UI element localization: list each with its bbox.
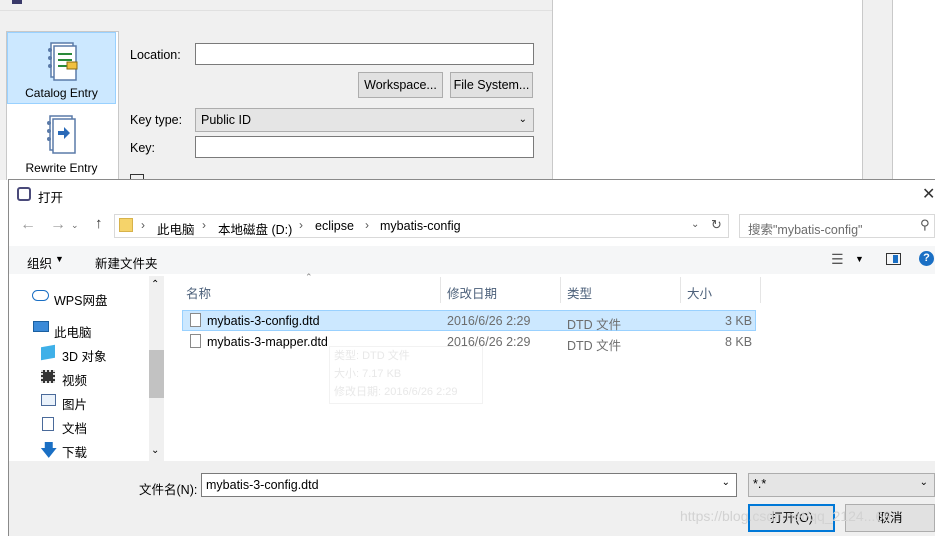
chevron-down-icon[interactable]: ⌄ xyxy=(722,477,730,488)
rewrite-entry-label: Rewrite Entry xyxy=(25,161,98,175)
column-size[interactable]: 大小 xyxy=(687,283,712,302)
tooltip-size: 大小: 7.17 KB xyxy=(334,368,402,380)
cube-icon xyxy=(41,344,55,361)
nav-item-pictures[interactable]: 图片 xyxy=(62,394,87,413)
file-date: 2016/6/26 2:29 xyxy=(447,314,531,328)
catalog-entry-icon xyxy=(48,42,78,81)
chevron-down-icon: ⌄ xyxy=(919,477,928,488)
computer-icon xyxy=(33,321,49,332)
folder-icon xyxy=(119,218,133,232)
refresh-icon[interactable]: ↻ xyxy=(711,217,722,233)
search-placeholder: 搜索"mybatis-config" xyxy=(748,223,863,237)
tooltip-type: 类型: DTD 文件 xyxy=(334,350,410,362)
column-divider[interactable] xyxy=(680,277,681,303)
file-name[interactable]: mybatis-3-mapper.dtd xyxy=(207,335,328,349)
key-type-label: Key type: xyxy=(130,113,183,127)
cloud-icon xyxy=(32,290,49,301)
column-name[interactable]: 名称 xyxy=(186,283,211,302)
chevron-right-icon[interactable]: › xyxy=(299,218,303,232)
back-arrow-icon[interactable]: ← xyxy=(20,216,36,234)
catalog-entry-item[interactable]: Catalog Entry xyxy=(7,32,116,104)
search-icon[interactable]: ⚲ xyxy=(920,217,930,233)
document-icon xyxy=(42,417,54,431)
column-divider[interactable] xyxy=(440,277,441,303)
column-date[interactable]: 修改日期 xyxy=(447,283,497,302)
file-system-button[interactable]: File System... xyxy=(450,72,533,98)
catalog-entry-label: Catalog Entry xyxy=(25,86,98,100)
key-label: Key: xyxy=(130,141,156,155)
filetype-value: *.* xyxy=(753,477,767,491)
nav-item-videos[interactable]: 视频 xyxy=(62,370,87,389)
nav-item-this-pc[interactable]: 此电脑 xyxy=(54,322,92,341)
close-icon[interactable]: ✕ xyxy=(922,184,935,204)
video-icon xyxy=(41,370,55,383)
key-type-value: Public ID xyxy=(201,113,252,127)
rewrite-entry-icon xyxy=(47,115,76,154)
breadcrumb-drive[interactable]: 本地磁盘 (D:) xyxy=(218,219,292,238)
file-icon xyxy=(190,313,201,327)
file-tooltip: 类型: DTD 文件 大小: 7.17 KB 修改日期: 2016/6/26 2… xyxy=(329,346,483,404)
view-options-icon[interactable]: ☰ xyxy=(831,251,844,268)
column-type[interactable]: 类型 xyxy=(567,283,592,302)
location-input[interactable] xyxy=(195,43,534,65)
filetype-select[interactable]: *.* ⌄ xyxy=(748,473,935,497)
address-dropdown-icon[interactable]: ⌄ xyxy=(691,219,699,230)
side-pane xyxy=(892,0,935,180)
nav-item-documents[interactable]: 文档 xyxy=(62,418,87,437)
filename-label: 文件名(N): xyxy=(139,483,198,497)
chevron-down-icon: ⌄ xyxy=(518,114,527,125)
breadcrumb-mybatis-config[interactable]: mybatis-config xyxy=(380,219,461,233)
dialog-title-bar xyxy=(0,0,552,11)
filename-input[interactable]: mybatis-3-config.dtd ⌄ xyxy=(201,473,737,497)
nav-scroll-thumb[interactable] xyxy=(149,350,164,398)
tooltip-modified: 修改日期: 2016/6/26 2:29 xyxy=(334,386,458,398)
recent-locations-icon[interactable]: ⌄ xyxy=(71,220,79,231)
column-divider[interactable] xyxy=(560,277,561,303)
breadcrumb-eclipse[interactable]: eclipse xyxy=(315,219,354,233)
breadcrumb-this-pc[interactable]: 此电脑 xyxy=(157,219,195,238)
preview-pane-icon[interactable] xyxy=(886,253,901,265)
file-size: 8 KB xyxy=(725,335,753,349)
sort-indicator-icon: ⌃ xyxy=(305,272,313,282)
scroll-down-icon[interactable]: ⌄ xyxy=(151,445,159,456)
app-icon xyxy=(17,187,31,201)
key-input[interactable] xyxy=(195,136,534,158)
caret-down-icon[interactable]: ▼ xyxy=(855,254,864,264)
help-icon[interactable]: ? xyxy=(919,251,934,266)
picture-icon xyxy=(41,394,56,406)
nav-item-wps[interactable]: WPS网盘 xyxy=(54,290,107,309)
dialog-title: 打开 xyxy=(38,191,64,205)
up-arrow-icon[interactable]: ↑ xyxy=(95,215,103,232)
window-edge xyxy=(0,180,8,536)
editor-pane xyxy=(552,0,865,180)
key-type-select[interactable]: Public ID ⌄ xyxy=(195,108,534,132)
location-label: Location: xyxy=(130,48,181,62)
side-strip xyxy=(862,0,893,180)
file-size: 3 KB xyxy=(725,314,753,328)
forward-arrow-icon[interactable]: → xyxy=(50,216,66,234)
workspace-button[interactable]: Workspace... xyxy=(358,72,443,98)
nav-item-downloads[interactable]: 下载 xyxy=(62,442,87,461)
new-folder-button[interactable]: 新建文件夹 xyxy=(95,253,158,272)
scroll-up-icon[interactable]: ⌃ xyxy=(151,279,159,290)
chevron-right-icon[interactable]: › xyxy=(141,218,145,232)
chevron-right-icon[interactable]: › xyxy=(202,218,206,232)
file-type: DTD 文件 xyxy=(567,339,622,353)
rewrite-entry-item[interactable]: Rewrite Entry xyxy=(7,106,116,178)
nav-item-3d-objects[interactable]: 3D 对象 xyxy=(62,346,106,365)
file-icon xyxy=(190,334,201,348)
filename-value: mybatis-3-config.dtd xyxy=(206,478,319,492)
caret-down-icon[interactable]: ▼ xyxy=(55,254,64,264)
column-divider[interactable] xyxy=(760,277,761,303)
dialog-title-icon xyxy=(12,0,22,4)
chevron-right-icon[interactable]: › xyxy=(365,218,369,232)
organize-menu[interactable]: 组织 xyxy=(27,253,52,272)
watermark: https://blog.csdn.net/qq_2124...69 xyxy=(680,508,891,524)
file-name[interactable]: mybatis-3-config.dtd xyxy=(207,314,320,328)
